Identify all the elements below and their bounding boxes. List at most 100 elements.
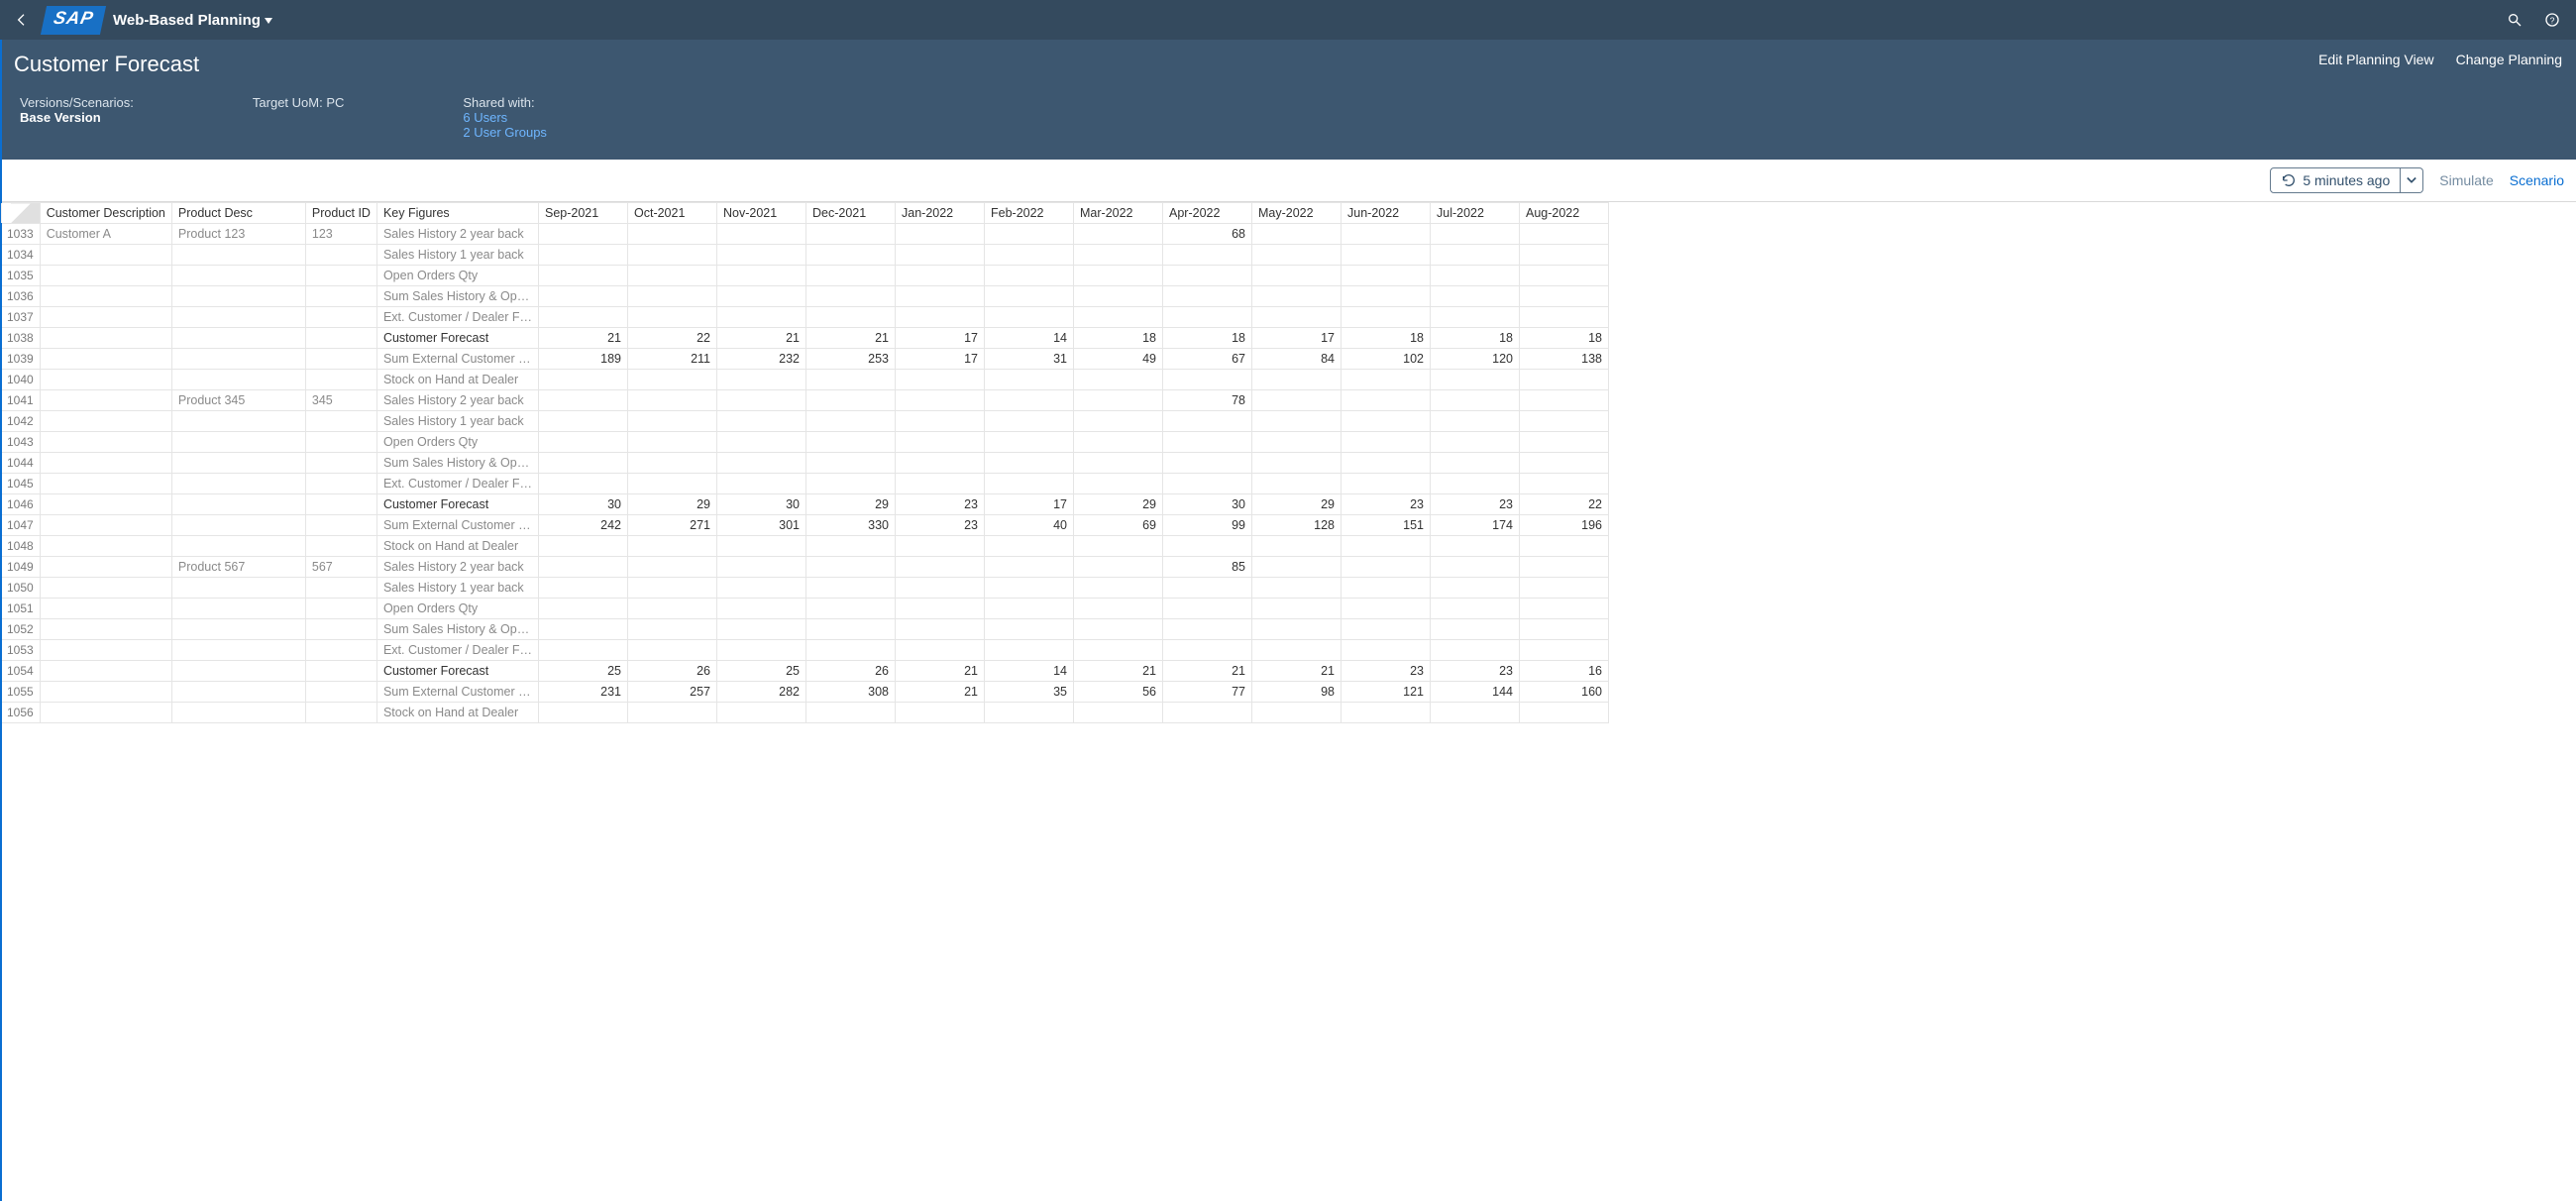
cell-key-figure[interactable]: Sum External Customer … [376, 515, 538, 536]
cell-value[interactable] [806, 390, 896, 411]
cell-value[interactable]: 151 [1342, 515, 1431, 536]
cell-value[interactable] [1252, 307, 1342, 328]
cell-value[interactable] [628, 557, 717, 578]
cell-value[interactable] [1520, 578, 1609, 599]
cell-customer[interactable] [40, 661, 171, 682]
cell-value[interactable] [1252, 432, 1342, 453]
cell-value[interactable]: 18 [1431, 328, 1520, 349]
col-header-Aug-2022[interactable]: Aug-2022 [1520, 203, 1609, 224]
cell-value[interactable] [1342, 578, 1431, 599]
cell-product-id[interactable] [305, 453, 376, 474]
cell-value[interactable] [539, 474, 628, 494]
cell-value[interactable]: 144 [1431, 682, 1520, 703]
cell-value[interactable]: 31 [985, 349, 1074, 370]
cell-value[interactable] [1252, 640, 1342, 661]
cell-value[interactable] [539, 557, 628, 578]
cell-product-id[interactable] [305, 328, 376, 349]
cell-value[interactable] [1163, 245, 1252, 266]
col-header-Nov-2021[interactable]: Nov-2021 [717, 203, 806, 224]
cell-product-id[interactable] [305, 245, 376, 266]
cell-customer[interactable]: Customer A [40, 224, 171, 245]
cell-value[interactable] [806, 599, 896, 619]
cell-value[interactable]: 17 [985, 494, 1074, 515]
cell-value[interactable] [628, 474, 717, 494]
cell-value[interactable] [806, 703, 896, 723]
cell-value[interactable] [1252, 390, 1342, 411]
cell-value[interactable] [806, 266, 896, 286]
cell-value[interactable] [985, 286, 1074, 307]
cell-value[interactable] [985, 599, 1074, 619]
col-header-Feb-2022[interactable]: Feb-2022 [985, 203, 1074, 224]
cell-value[interactable] [1252, 453, 1342, 474]
cell-value[interactable] [1342, 453, 1431, 474]
cell-value[interactable] [1431, 245, 1520, 266]
cell-value[interactable] [896, 411, 985, 432]
cell-product-id[interactable] [305, 661, 376, 682]
cell-product-desc[interactable] [171, 349, 305, 370]
cell-value[interactable] [896, 307, 985, 328]
cell-value[interactable] [985, 266, 1074, 286]
table-row[interactable]: 1044Sum Sales History & Op… [1, 453, 1609, 474]
cell-product-desc[interactable] [171, 515, 305, 536]
cell-key-figure[interactable]: Sales History 1 year back [376, 245, 538, 266]
search-button[interactable] [2501, 6, 2528, 34]
cell-value[interactable]: 25 [539, 661, 628, 682]
col-header-Jun-2022[interactable]: Jun-2022 [1342, 203, 1431, 224]
cell-value[interactable] [717, 224, 806, 245]
cell-product-desc[interactable] [171, 453, 305, 474]
cell-value[interactable] [628, 432, 717, 453]
cell-value[interactable]: 85 [1163, 557, 1252, 578]
cell-value[interactable] [1342, 266, 1431, 286]
table-row[interactable]: 1033Customer AProduct 123123Sales Histor… [1, 224, 1609, 245]
cell-value[interactable]: 29 [628, 494, 717, 515]
cell-product-desc[interactable] [171, 328, 305, 349]
cell-value[interactable] [717, 266, 806, 286]
col-header-Dec-2021[interactable]: Dec-2021 [806, 203, 896, 224]
cell-value[interactable] [1431, 453, 1520, 474]
cell-customer[interactable] [40, 682, 171, 703]
cell-value[interactable] [806, 474, 896, 494]
cell-value[interactable] [1163, 640, 1252, 661]
cell-value[interactable] [806, 411, 896, 432]
cell-value[interactable]: 40 [985, 515, 1074, 536]
cell-key-figure[interactable]: Stock on Hand at Dealer [376, 703, 538, 723]
col-header-Mar-2022[interactable]: Mar-2022 [1074, 203, 1163, 224]
cell-product-id[interactable] [305, 515, 376, 536]
cell-value[interactable] [1431, 640, 1520, 661]
cell-key-figure[interactable]: Stock on Hand at Dealer [376, 536, 538, 557]
cell-value[interactable]: 120 [1431, 349, 1520, 370]
cell-product-id[interactable] [305, 370, 376, 390]
cell-value[interactable]: 18 [1520, 328, 1609, 349]
cell-value[interactable]: 68 [1163, 224, 1252, 245]
cell-value[interactable]: 49 [1074, 349, 1163, 370]
cell-value[interactable]: 17 [896, 349, 985, 370]
cell-key-figure[interactable]: Sum Sales History & Op… [376, 453, 538, 474]
cell-value[interactable] [1074, 536, 1163, 557]
cell-value[interactable] [985, 370, 1074, 390]
cell-value[interactable] [1520, 453, 1609, 474]
cell-value[interactable] [1074, 474, 1163, 494]
cell-value[interactable] [1520, 390, 1609, 411]
cell-key-figure[interactable]: Ext. Customer / Dealer F… [376, 640, 538, 661]
col-header-key-figures[interactable]: Key Figures [376, 203, 538, 224]
grid-corner[interactable] [1, 203, 41, 224]
cell-product-id[interactable] [305, 474, 376, 494]
cell-value[interactable] [1520, 599, 1609, 619]
cell-value[interactable]: 69 [1074, 515, 1163, 536]
simulate-button[interactable]: Simulate [2439, 172, 2493, 188]
cell-value[interactable] [1342, 536, 1431, 557]
help-button[interactable]: ? [2538, 6, 2566, 34]
cell-key-figure[interactable]: Sales History 2 year back [376, 557, 538, 578]
cell-value[interactable] [806, 640, 896, 661]
cell-product-id[interactable] [305, 286, 376, 307]
cell-value[interactable] [1342, 286, 1431, 307]
cell-value[interactable] [1431, 432, 1520, 453]
col-header-Oct-2021[interactable]: Oct-2021 [628, 203, 717, 224]
cell-value[interactable]: 232 [717, 349, 806, 370]
cell-value[interactable] [896, 286, 985, 307]
cell-product-id[interactable] [305, 307, 376, 328]
table-row[interactable]: 1041Product 345345Sales History 2 year b… [1, 390, 1609, 411]
cell-value[interactable] [1074, 266, 1163, 286]
cell-value[interactable] [1431, 536, 1520, 557]
cell-value[interactable] [896, 619, 985, 640]
